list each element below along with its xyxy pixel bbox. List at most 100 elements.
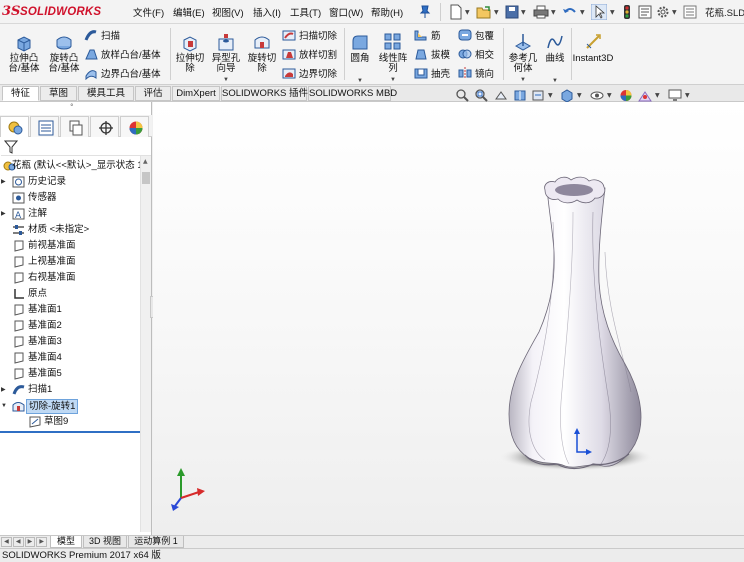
- prev-tab-icon[interactable]: ◀: [12, 537, 24, 547]
- menu-help[interactable]: 帮助(H): [371, 5, 403, 19]
- tree-item-top-plane[interactable]: 上视基准面: [0, 254, 140, 270]
- open-folder-icon[interactable]: [476, 4, 492, 20]
- section-view-icon[interactable]: [513, 89, 527, 102]
- tree-item-material[interactable]: 材质 <未指定>: [0, 222, 140, 238]
- rib-button[interactable]: 筋: [414, 27, 441, 43]
- tree-item-plane2[interactable]: 基准面2: [0, 318, 140, 334]
- view-orientation-icon[interactable]: [560, 89, 574, 102]
- boundary-boss-button[interactable]: 边界凸台/基体: [84, 65, 161, 81]
- wrap-button[interactable]: 包覆: [458, 27, 494, 43]
- tree-item-right-plane[interactable]: 右视基准面: [0, 270, 140, 286]
- chevron-down-icon[interactable]: ▼: [577, 92, 582, 99]
- sweep-button[interactable]: 扫描: [84, 27, 120, 43]
- rollback-bar[interactable]: [0, 431, 140, 433]
- chevron-down-icon[interactable]: ▼: [610, 9, 615, 16]
- tree-item-front-plane[interactable]: 前视基准面: [0, 238, 140, 254]
- tab-motion-study-1[interactable]: 运动算例 1: [128, 536, 184, 548]
- reference-triad[interactable]: [171, 468, 205, 511]
- scroll-up-icon[interactable]: ▲: [143, 158, 148, 165]
- tree-item-sweep1[interactable]: ▶ 扫描1: [0, 382, 140, 398]
- tree-item-plane4[interactable]: 基准面4: [0, 350, 140, 366]
- zoom-to-area-icon[interactable]: [475, 89, 489, 102]
- select-pointer-icon[interactable]: [591, 4, 607, 20]
- chevron-down-icon[interactable]: ▼: [505, 75, 541, 85]
- chevron-down-icon[interactable]: ▼: [521, 9, 526, 16]
- chevron-down-icon[interactable]: ▼: [375, 75, 411, 85]
- print-icon[interactable]: [533, 4, 549, 20]
- tree-item-sensors[interactable]: 传感器: [0, 190, 140, 206]
- fillet-button[interactable]: 圆角 ▼: [346, 32, 374, 86]
- save-icon[interactable]: [505, 4, 519, 20]
- display-settings-icon[interactable]: [668, 89, 682, 102]
- tree-item-annotations[interactable]: ▶ A 注解: [0, 206, 140, 222]
- chevron-down-icon[interactable]: ▼: [672, 9, 677, 16]
- lofted-cut-button[interactable]: 放样切割: [282, 46, 337, 62]
- traffic-light-icon[interactable]: [622, 4, 632, 20]
- tree-root-part[interactable]: 花瓶 (默认<<默认>_显示状态 1: [0, 158, 140, 174]
- extrude-cut-button[interactable]: 拉伸切 除: [172, 32, 208, 74]
- zoom-to-fit-icon[interactable]: [456, 89, 470, 102]
- chevron-down-icon[interactable]: ▼: [548, 92, 553, 99]
- tab-mold-tools[interactable]: 模具工具: [78, 86, 134, 101]
- dynamic-annotation-icon[interactable]: [531, 89, 545, 102]
- intersect-button[interactable]: 相交: [458, 46, 494, 62]
- tab-solidworks-mbd[interactable]: SOLIDWORKS MBD: [308, 86, 397, 101]
- new-document-icon[interactable]: [449, 4, 463, 20]
- hole-wizard-button[interactable]: 异型孔 向导 ▼: [208, 32, 244, 85]
- scrollbar-thumb[interactable]: [142, 172, 150, 184]
- curves-button[interactable]: 曲线 ▼: [541, 32, 569, 86]
- pin-icon[interactable]: [419, 4, 431, 20]
- boundary-cut-button[interactable]: 边界切除: [282, 65, 337, 81]
- last-tab-icon[interactable]: ▶: [36, 537, 47, 547]
- expand-arrow-icon[interactable]: ▶: [1, 382, 6, 398]
- shell-button[interactable]: 抽壳: [414, 65, 450, 81]
- expand-arrow-icon[interactable]: ▶: [1, 174, 6, 190]
- tree-scrollbar[interactable]: ▲: [140, 156, 151, 532]
- graphics-area[interactable]: [153, 102, 744, 535]
- options-list-icon[interactable]: [683, 4, 697, 20]
- tab-sketch[interactable]: 草图: [40, 86, 77, 101]
- scene-icon[interactable]: [638, 89, 652, 102]
- chevron-down-icon[interactable]: ▼: [465, 9, 470, 16]
- menu-tools[interactable]: 工具(T): [290, 5, 321, 19]
- display-manager-tab[interactable]: [120, 116, 149, 137]
- tree-item-sketch9[interactable]: 草图9: [0, 414, 140, 430]
- tab-solidworks-addins[interactable]: SOLIDWORKS 插件: [221, 86, 308, 101]
- tree-item-plane3[interactable]: 基准面3: [0, 334, 140, 350]
- chevron-down-icon[interactable]: ▼: [685, 92, 690, 99]
- property-manager-tab[interactable]: [30, 116, 59, 137]
- chevron-down-icon[interactable]: ▼: [580, 9, 585, 16]
- chevron-down-icon[interactable]: ▼: [494, 9, 499, 16]
- menu-file[interactable]: 文件(F): [133, 5, 164, 19]
- chevron-down-icon[interactable]: ▼: [551, 9, 556, 16]
- chevron-down-icon[interactable]: ▼: [607, 92, 612, 99]
- expand-arrow-icon[interactable]: ▶: [1, 206, 6, 222]
- tree-item-plane5[interactable]: 基准面5: [0, 366, 140, 382]
- panel-grip-icon[interactable]: °: [70, 103, 74, 111]
- tree-item-origin[interactable]: 原点: [0, 286, 140, 302]
- solidworks-logo[interactable]: 3S SOLIDWORKS: [2, 4, 110, 20]
- menu-edit[interactable]: 编辑(E): [173, 5, 205, 19]
- file-properties-icon[interactable]: [638, 4, 652, 20]
- appearance-icon[interactable]: [619, 89, 633, 102]
- extrude-boss-button[interactable]: 拉伸凸 台/基体: [4, 32, 44, 74]
- previous-view-icon[interactable]: [494, 89, 508, 102]
- revolve-cut-button[interactable]: 旋转切 除: [244, 32, 280, 74]
- reference-geometry-button[interactable]: 参考几 何体 ▼: [505, 32, 541, 85]
- loft-boss-button[interactable]: 放样凸台/基体: [84, 46, 161, 62]
- tab-features[interactable]: 特征: [2, 86, 39, 101]
- first-tab-icon[interactable]: ◀: [1, 537, 12, 547]
- menu-window[interactable]: 窗口(W): [329, 5, 363, 19]
- vase-model[interactable]: [153, 102, 744, 535]
- swept-cut-button[interactable]: 扫描切除: [282, 27, 337, 43]
- menu-insert[interactable]: 插入(I): [253, 5, 281, 19]
- tab-evaluate[interactable]: 评估: [135, 86, 171, 101]
- chevron-down-icon[interactable]: ▼: [208, 75, 244, 85]
- hide-show-items-icon[interactable]: [590, 89, 604, 102]
- configuration-manager-tab[interactable]: [60, 116, 89, 137]
- tree-filter[interactable]: [1, 138, 151, 156]
- instant3d-button[interactable]: Instant3D: [572, 32, 614, 64]
- draft-button[interactable]: 拔模: [414, 46, 450, 62]
- chevron-down-icon[interactable]: ▼: [655, 92, 660, 99]
- linear-pattern-button[interactable]: 线性阵 列 ▼: [375, 32, 411, 85]
